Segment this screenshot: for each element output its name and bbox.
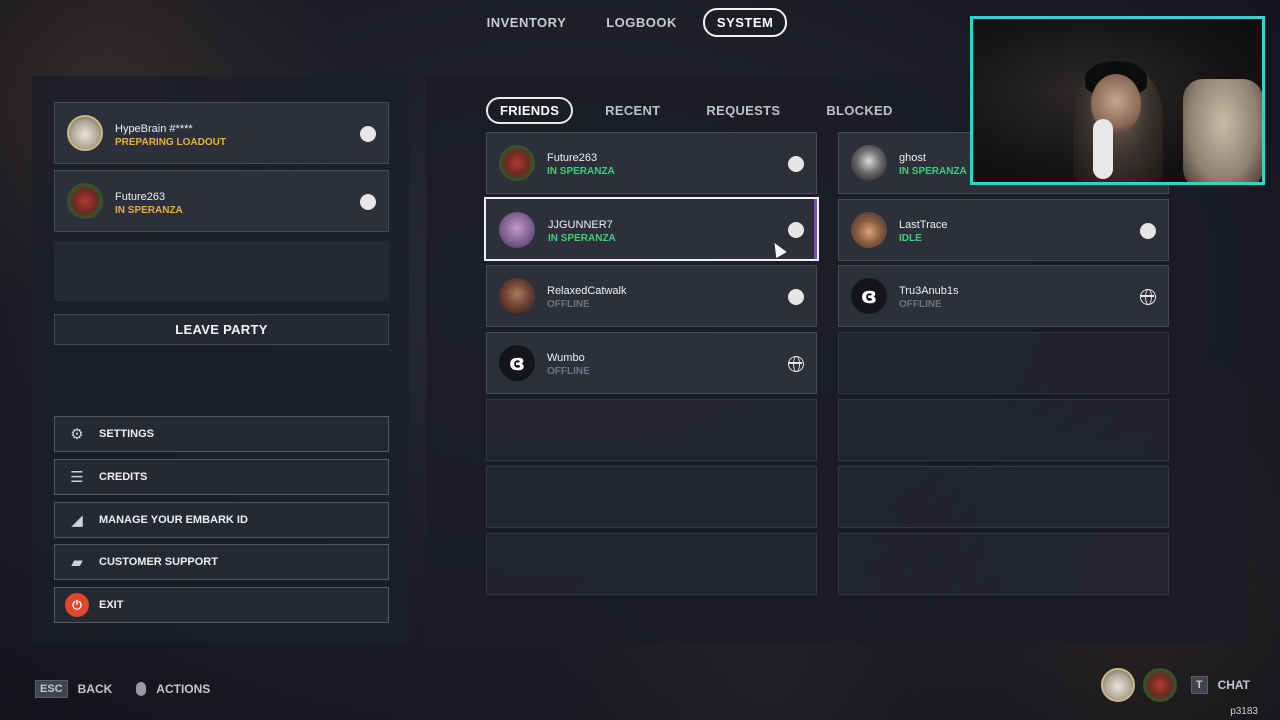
empty-friend-slot (838, 466, 1169, 528)
party-member-card[interactable]: Future263 IN SPERANZA (54, 170, 389, 232)
friend-status: OFFLINE (547, 366, 590, 377)
friend-name: RelaxedCatwalk (547, 285, 627, 297)
tab-requests[interactable]: REQUESTS (692, 97, 794, 124)
avatar (499, 278, 535, 314)
friend-status: IN SPERANZA (548, 233, 616, 244)
avatar[interactable] (1100, 668, 1135, 702)
friend-name: Future263 (547, 152, 598, 164)
steam-icon (788, 289, 804, 305)
steam-icon (788, 156, 804, 172)
tab-system[interactable]: SYSTEM (702, 8, 788, 37)
friend-card[interactable]: ɞ Wumbo OFFLINE (486, 332, 817, 394)
gear-icon: ⚙ (70, 426, 84, 443)
embark-logo-icon: ɞ (860, 283, 878, 309)
friend-status: IN SPERANZA (899, 166, 967, 177)
friend-status: IN SPERANZA (547, 166, 615, 177)
avatar (851, 145, 887, 181)
mouse-icon (136, 682, 147, 696)
tab-blocked[interactable]: BLOCKED (812, 97, 906, 124)
friend-card[interactable]: ɞ Tru3Anub1s OFFLINE (838, 265, 1169, 327)
tab-inventory[interactable]: INVENTORY (473, 8, 581, 37)
menu-label: MANAGE YOUR EMBARK ID (99, 514, 248, 526)
avatar: ɞ (499, 345, 535, 381)
empty-friend-slot (838, 399, 1169, 461)
webcam-overlay (970, 16, 1265, 185)
tab-recent[interactable]: RECENT (591, 97, 674, 124)
chat-button[interactable]: CHAT (1218, 678, 1250, 692)
customer-support-button[interactable]: ▰ CUSTOMER SUPPORT (54, 544, 389, 580)
avatar[interactable] (1142, 668, 1177, 702)
credits-button[interactable]: ☰ CREDITS (54, 459, 389, 495)
credits-icon: ☰ (70, 469, 84, 486)
empty-friend-slot (486, 533, 817, 595)
member-status: PREPARING LOADOUT (115, 137, 226, 148)
steam-icon (360, 126, 376, 142)
friend-name: JJGUNNER7 (548, 219, 613, 231)
party-member-card[interactable]: HypeBrain #**** PREPARING LOADOUT (54, 102, 389, 164)
actions-hint: ACTIONS (156, 682, 211, 696)
avatar (67, 183, 103, 219)
steam-icon (1140, 223, 1156, 239)
globe-icon (788, 356, 804, 372)
friend-card[interactable]: RelaxedCatwalk OFFLINE (486, 265, 817, 327)
friend-status: OFFLINE (899, 299, 942, 310)
friend-status: IDLE (899, 233, 922, 244)
menu-label: EXIT (99, 599, 124, 611)
settings-button[interactable]: ⚙ SETTINGS (54, 416, 389, 452)
member-name: HypeBrain #**** (115, 123, 193, 135)
esc-key-hint: ESC (35, 680, 68, 698)
member-status: IN SPERANZA (115, 205, 183, 216)
microphone (1093, 119, 1113, 179)
empty-party-slot (54, 241, 389, 301)
avatar (67, 115, 103, 151)
friend-card[interactable]: Future263 IN SPERANZA (486, 132, 817, 194)
avatar (499, 212, 535, 248)
leave-party-button[interactable]: LEAVE PARTY (54, 314, 389, 345)
member-name: Future263 (115, 191, 166, 203)
friend-card[interactable]: JJGUNNER7 IN SPERANZA (484, 197, 819, 261)
friend-name: Tru3Anub1s (899, 285, 959, 297)
steam-icon (788, 222, 804, 238)
tab-logbook[interactable]: LOGBOOK (592, 8, 691, 37)
chat-key-hint: T (1190, 676, 1208, 694)
back-button[interactable]: BACK (78, 682, 113, 696)
friend-status: OFFLINE (547, 299, 590, 310)
exit-button[interactable]: ⏻ EXIT (54, 587, 389, 623)
steam-icon (360, 194, 376, 210)
chat-bubbles-icon: ▰ (71, 554, 83, 571)
menu-label: CUSTOMER SUPPORT (99, 556, 218, 568)
chair (1183, 79, 1262, 182)
friend-name: ghost (899, 152, 926, 164)
menu-label: CREDITS (99, 471, 148, 483)
embark-logo-icon: ɞ (508, 350, 526, 376)
player-id: p3183 (1230, 706, 1258, 717)
friend-name: Wumbo (547, 352, 585, 364)
avatar: ɞ (851, 278, 887, 314)
menu-label: SETTINGS (99, 428, 155, 440)
power-icon: ⏻ (65, 593, 89, 617)
friends-tabs: FRIENDS RECENT REQUESTS BLOCKED (486, 97, 907, 124)
friend-card[interactable]: LastTrace IDLE (838, 199, 1169, 261)
empty-friend-slot (486, 466, 817, 528)
manage-embark-id-button[interactable]: ◢ MANAGE YOUR EMBARK ID (54, 502, 389, 538)
footer-party: T CHAT (1100, 668, 1250, 702)
empty-friend-slot (838, 533, 1169, 595)
avatar (499, 145, 535, 181)
globe-icon (1140, 289, 1156, 305)
party-panel: HypeBrain #**** PREPARING LOADOUT Future… (32, 76, 409, 644)
avatar (851, 212, 887, 248)
embark-id-icon: ◢ (71, 512, 83, 529)
tab-friends[interactable]: FRIENDS (486, 97, 574, 124)
empty-friend-slot (486, 399, 817, 461)
empty-friend-slot (838, 332, 1169, 394)
friend-name: LastTrace (899, 219, 948, 231)
footer-hints: ESC BACK ACTIONS (35, 680, 210, 698)
